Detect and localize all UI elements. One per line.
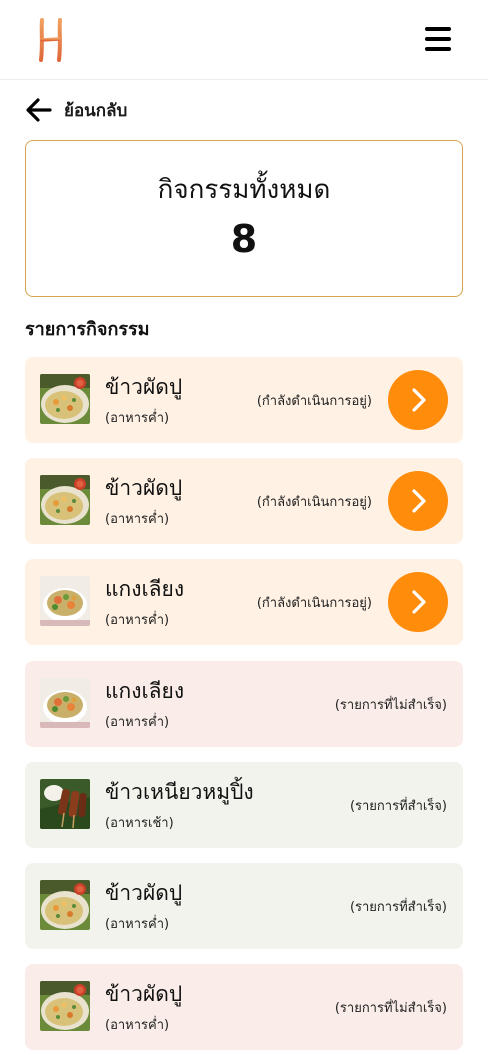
food-thumbnail bbox=[40, 778, 90, 829]
activity-status: (กำลังดำเนินการอยู่) bbox=[256, 495, 372, 511]
activity-status: (กำลังดำเนินการอยู่) bbox=[256, 596, 372, 612]
activity-item[interactable]: ข้าวเหนียวหมูปิ้ง (อาหารเช้า) (รายการที่สำ… bbox=[25, 761, 463, 848]
back-label: ย้อนกลับ bbox=[64, 100, 128, 121]
activity-name: ข้าวเหนียวหมูปิ้ง bbox=[105, 779, 254, 804]
open-activity-button[interactable] bbox=[388, 572, 448, 633]
activity-item[interactable]: แกงเลียง (อาหารค่ำ) (กำลังดำเนินการอยู่) bbox=[25, 559, 463, 646]
activity-status: (รายการที่ไม่สำเร็จ) bbox=[334, 1001, 447, 1017]
arrow-left-icon bbox=[26, 98, 52, 122]
activity-name: แกงเลียง bbox=[105, 678, 185, 703]
activity-list: ข้าวผัดปู (อาหารค่ำ) (กำลังดำเนินการอยู่) ข… bbox=[25, 357, 463, 1055]
hamburger-menu-button[interactable] bbox=[422, 24, 454, 54]
food-thumbnail bbox=[40, 374, 90, 424]
hamburger-icon bbox=[425, 27, 451, 31]
open-activity-button[interactable] bbox=[388, 471, 448, 532]
activity-status: (กำลังดำเนินการอยู่) bbox=[256, 394, 372, 409]
activity-summary-card: กิจกรรมทั้งหมด 8 bbox=[25, 140, 463, 297]
activity-meal: (อาหารค่ำ) bbox=[105, 916, 170, 932]
activity-name: ข้าวผัดปู bbox=[105, 880, 183, 905]
activity-item[interactable]: ข้าวผัดปู (อาหารค่ำ) (รายการที่สำเร็จ) bbox=[25, 862, 463, 949]
activity-status: (รายการที่ไม่สำเร็จ) bbox=[334, 697, 447, 713]
summary-title: กิจกรรมทั้งหมด bbox=[157, 175, 331, 205]
activity-item[interactable]: แกงเลียง (อาหารค่ำ) (รายการที่ไม่สำเร็จ) bbox=[25, 660, 463, 747]
summary-count: 8 bbox=[230, 217, 258, 261]
open-activity-button[interactable] bbox=[388, 370, 448, 430]
activity-status: (รายการที่สำเร็จ) bbox=[349, 798, 447, 814]
activity-name: แกงเลียง bbox=[105, 577, 185, 602]
food-thumbnail bbox=[40, 475, 90, 526]
activity-item[interactable]: ข้าวผัดปู (อาหารค่ำ) (กำลังดำเนินการอยู่) bbox=[25, 458, 463, 545]
food-thumbnail bbox=[40, 879, 90, 930]
activity-name: ข้าวผัดปู bbox=[105, 982, 183, 1007]
app-header bbox=[0, 0, 488, 80]
logo-h-icon bbox=[39, 18, 62, 62]
app-logo[interactable] bbox=[37, 16, 65, 64]
activity-name: ข้าวผัดปู bbox=[105, 476, 183, 501]
chevron-right-icon bbox=[412, 489, 426, 513]
food-thumbnail bbox=[40, 677, 90, 728]
activity-meal: (อาหารค่ำ) bbox=[105, 1018, 170, 1034]
chevron-right-icon bbox=[412, 388, 426, 412]
activity-meal: (อาหารค่ำ) bbox=[105, 411, 170, 426]
activity-meal: (อาหารค่ำ) bbox=[105, 613, 170, 629]
section-title: รายการกิจกรรม bbox=[25, 319, 150, 340]
food-thumbnail bbox=[40, 981, 90, 1032]
food-thumbnail bbox=[40, 576, 90, 627]
activity-status: (รายการที่สำเร็จ) bbox=[349, 899, 447, 915]
chevron-right-icon bbox=[412, 590, 426, 614]
activity-item[interactable]: ข้าวผัดปู (อาหารค่ำ) (รายการที่ไม่สำเร็จ) bbox=[25, 964, 463, 1051]
activity-meal: (อาหารค่ำ) bbox=[105, 714, 170, 730]
activity-item[interactable]: ข้าวผัดปู (อาหารค่ำ) (กำลังดำเนินการอยู่) bbox=[25, 357, 463, 443]
activity-meal: (อาหารเช้า) bbox=[105, 815, 174, 831]
activity-meal: (อาหารค่ำ) bbox=[105, 512, 170, 528]
back-button[interactable]: ย้อนกลับ bbox=[24, 94, 127, 126]
activity-name: ข้าวผัดปู bbox=[105, 375, 183, 399]
